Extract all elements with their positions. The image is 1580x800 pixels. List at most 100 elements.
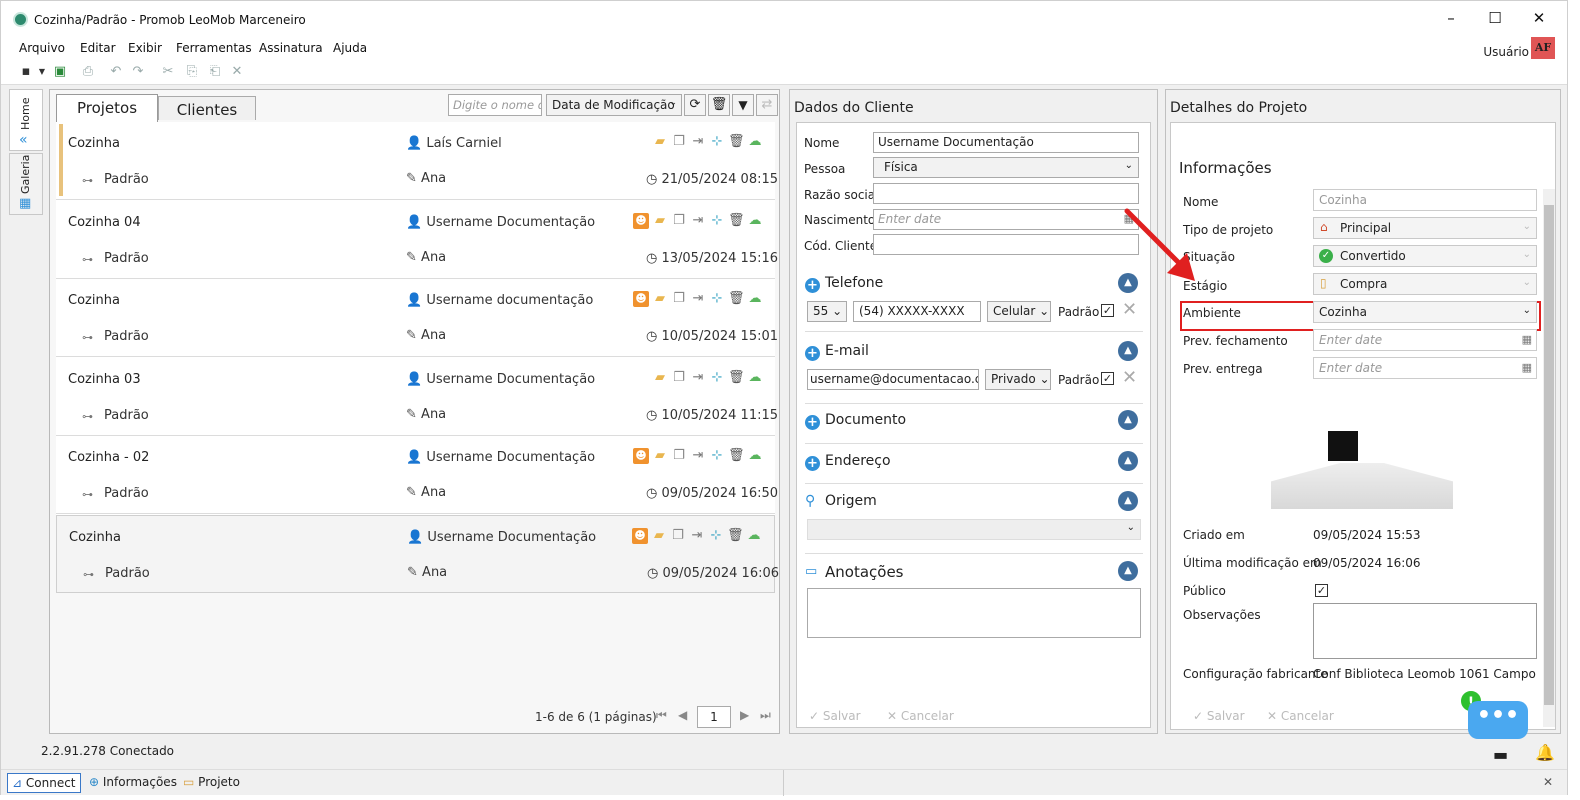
page-number-input[interactable]: 1 — [697, 706, 731, 728]
copy-icon[interactable]: ⎘ — [185, 65, 199, 79]
section-endereco[interactable]: + Endereço — [805, 453, 891, 471]
paste-icon[interactable]: ⎗ — [208, 65, 222, 79]
origem-select[interactable]: ⌄ — [807, 519, 1141, 540]
search-input[interactable]: Digite o nome do — [448, 94, 542, 116]
tab-informacoes[interactable]: ⊕ Informações — [85, 773, 181, 793]
cut-icon[interactable]: ✂ — [161, 65, 175, 79]
add-phone-icon[interactable]: + — [805, 278, 820, 293]
prev-page-icon[interactable]: ◀ — [678, 708, 687, 722]
add-design-icon[interactable]: ⊹ — [709, 134, 725, 150]
project-row[interactable]: Cozinha - 02 👤 Username Documentação ⊶ Padr… — [56, 436, 778, 514]
export-icon[interactable]: ⇥ — [690, 134, 706, 150]
nome-field[interactable]: Username Documentação — [873, 132, 1139, 153]
cloud-icon[interactable]: ☁ — [746, 528, 762, 544]
open-folder-icon[interactable]: ▰ — [652, 213, 668, 229]
collapse-anotacoes-icon[interactable]: ▲ — [1118, 561, 1138, 581]
publico-checkbox[interactable]: ✓ — [1315, 584, 1328, 597]
close-button[interactable]: ✕ — [1529, 9, 1549, 29]
first-page-icon[interactable]: ⏮ — [656, 708, 667, 723]
cloud-icon[interactable]: ☁ — [747, 370, 763, 386]
section-documento[interactable]: + Documento — [805, 412, 906, 430]
print-icon[interactable]: ⎙ — [81, 65, 95, 79]
filter-button[interactable]: ▼ — [732, 94, 754, 116]
add-design-icon[interactable]: ⊹ — [709, 448, 725, 464]
trash-icon[interactable]: 🗑 — [728, 213, 745, 229]
duplicate-icon[interactable]: ❐ — [671, 448, 687, 464]
calendar-icon[interactable]: ▦ — [1522, 361, 1532, 374]
project-row[interactable]: Cozinha 👤 Username documentação ⊶ Padrão ✎ A… — [56, 279, 778, 357]
tab-connect[interactable]: ⊿ Connect — [7, 773, 81, 793]
cloud-icon[interactable]: ☁ — [747, 213, 763, 229]
client-user-icon[interactable]: ☻ — [633, 448, 649, 464]
details-scrollbar-thumb[interactable] — [1544, 205, 1554, 705]
tab-projetos[interactable]: Projetos — [56, 94, 158, 122]
export-icon[interactable]: ⇥ — [690, 291, 706, 307]
cloud-icon[interactable]: ☁ — [747, 448, 763, 464]
export-icon[interactable]: ⇥ — [690, 448, 706, 464]
redo-icon[interactable]: ↷ — [131, 65, 145, 79]
open-folder-icon[interactable]: ▰ — [651, 528, 667, 544]
ambiente-select[interactable]: Cozinha ⌄ — [1313, 301, 1537, 323]
menu-ferramentas[interactable]: Ferramentas — [176, 41, 252, 55]
add-address-icon[interactable]: + — [805, 456, 820, 471]
menu-exibir[interactable]: Exibir — [128, 41, 162, 55]
project-name-field[interactable]: Cozinha — [1313, 189, 1537, 211]
refresh-button[interactable]: ⟳ — [684, 94, 706, 116]
details-save-button[interactable]: ✓ Salvar — [1193, 709, 1245, 723]
trash-icon[interactable]: 🗑 — [728, 448, 745, 464]
project-row[interactable]: Cozinha 04 👤 Username Documentação ⊶ Padrão… — [56, 200, 778, 279]
phone-type-select[interactable]: Celular ⌄ — [987, 301, 1051, 322]
add-design-icon[interactable]: ⊹ — [709, 213, 725, 229]
razao-social-field[interactable] — [873, 183, 1139, 204]
add-design-icon[interactable]: ⊹ — [709, 370, 725, 386]
sync-button[interactable]: ⇄ — [756, 94, 778, 116]
ddi-select[interactable]: 55 ⌄ — [807, 301, 847, 322]
menu-arquivo[interactable]: Arquivo — [19, 41, 65, 55]
menu-ajuda[interactable]: Ajuda — [333, 41, 367, 55]
export-icon[interactable]: ⇥ — [690, 213, 706, 229]
email-field[interactable]: username@documentacao.com — [807, 369, 979, 390]
tab-projeto[interactable]: ▭ Projeto — [179, 773, 244, 793]
cloud-icon[interactable]: ☁ — [747, 291, 763, 307]
collapse-documento-icon[interactable]: ▲ — [1118, 410, 1138, 430]
collapse-origem-icon[interactable]: ▲ — [1118, 491, 1138, 511]
screen-share-icon[interactable]: ▬ — [1493, 745, 1508, 764]
add-design-icon[interactable]: ⊹ — [709, 291, 725, 307]
prev-entrega-field[interactable]: Enter date ▦ — [1313, 357, 1537, 379]
duplicate-icon[interactable]: ❐ — [671, 370, 687, 386]
remove-phone-icon[interactable]: ✕ — [1122, 299, 1137, 320]
open-folder-icon[interactable]: ▰ — [652, 448, 668, 464]
undo-icon[interactable]: ↶ — [109, 65, 123, 79]
duplicate-icon[interactable]: ❐ — [670, 528, 686, 544]
duplicate-icon[interactable]: ❐ — [671, 291, 687, 307]
menu-assinatura[interactable]: Assinatura — [259, 41, 323, 55]
tab-galeria[interactable]: Galeria ▦ — [9, 153, 43, 215]
project-row[interactable]: Cozinha 👤 Laís Carniel ⊶ Padrão ✎ Ana ◷ 21/05… — [56, 122, 778, 200]
open-folder-icon[interactable]: ▰ — [652, 134, 668, 150]
email-default-checkbox[interactable]: ✓ — [1101, 372, 1114, 385]
sort-select[interactable]: Data de Modificação ⌄ — [546, 94, 682, 116]
cancel-button[interactable]: ✕ Cancelar — [887, 709, 954, 723]
observacoes-field[interactable] — [1313, 603, 1537, 659]
save-icon[interactable]: ▪ — [19, 65, 33, 79]
close-panel-icon[interactable]: ✕ — [1543, 775, 1553, 789]
add-email-icon[interactable]: + — [805, 346, 820, 361]
save-button[interactable]: ✓ Salvar — [809, 709, 861, 723]
duplicate-icon[interactable]: ❐ — [671, 213, 687, 229]
email-type-select[interactable]: Privado ⌄ — [985, 369, 1051, 390]
project-row[interactable]: Cozinha 👤 Username Documentação ⊶ Padrão ✎ A… — [56, 514, 779, 593]
pessoa-select[interactable]: Física ⌄ — [873, 157, 1139, 178]
section-telefone[interactable]: + Telefone — [805, 275, 883, 293]
collapse-endereco-icon[interactable]: ▲ — [1118, 451, 1138, 471]
phone-default-checkbox[interactable]: ✓ — [1101, 304, 1114, 317]
prev-fechamento-field[interactable]: Enter date ▦ — [1313, 329, 1537, 351]
chat-button[interactable]: ••• — [1468, 701, 1528, 739]
bell-icon[interactable]: 🔔 — [1535, 743, 1555, 762]
phone-field[interactable]: (54) XXXXX-XXXX — [853, 301, 981, 322]
nascimento-field[interactable]: Enter date ▦ — [873, 209, 1139, 230]
cod-cliente-field[interactable] — [873, 234, 1139, 255]
next-page-icon[interactable]: ▶ — [740, 708, 749, 722]
delete-icon[interactable]: ✕ — [230, 65, 244, 79]
details-cancel-button[interactable]: ✕ Cancelar — [1267, 709, 1334, 723]
anotacoes-field[interactable] — [807, 588, 1141, 638]
